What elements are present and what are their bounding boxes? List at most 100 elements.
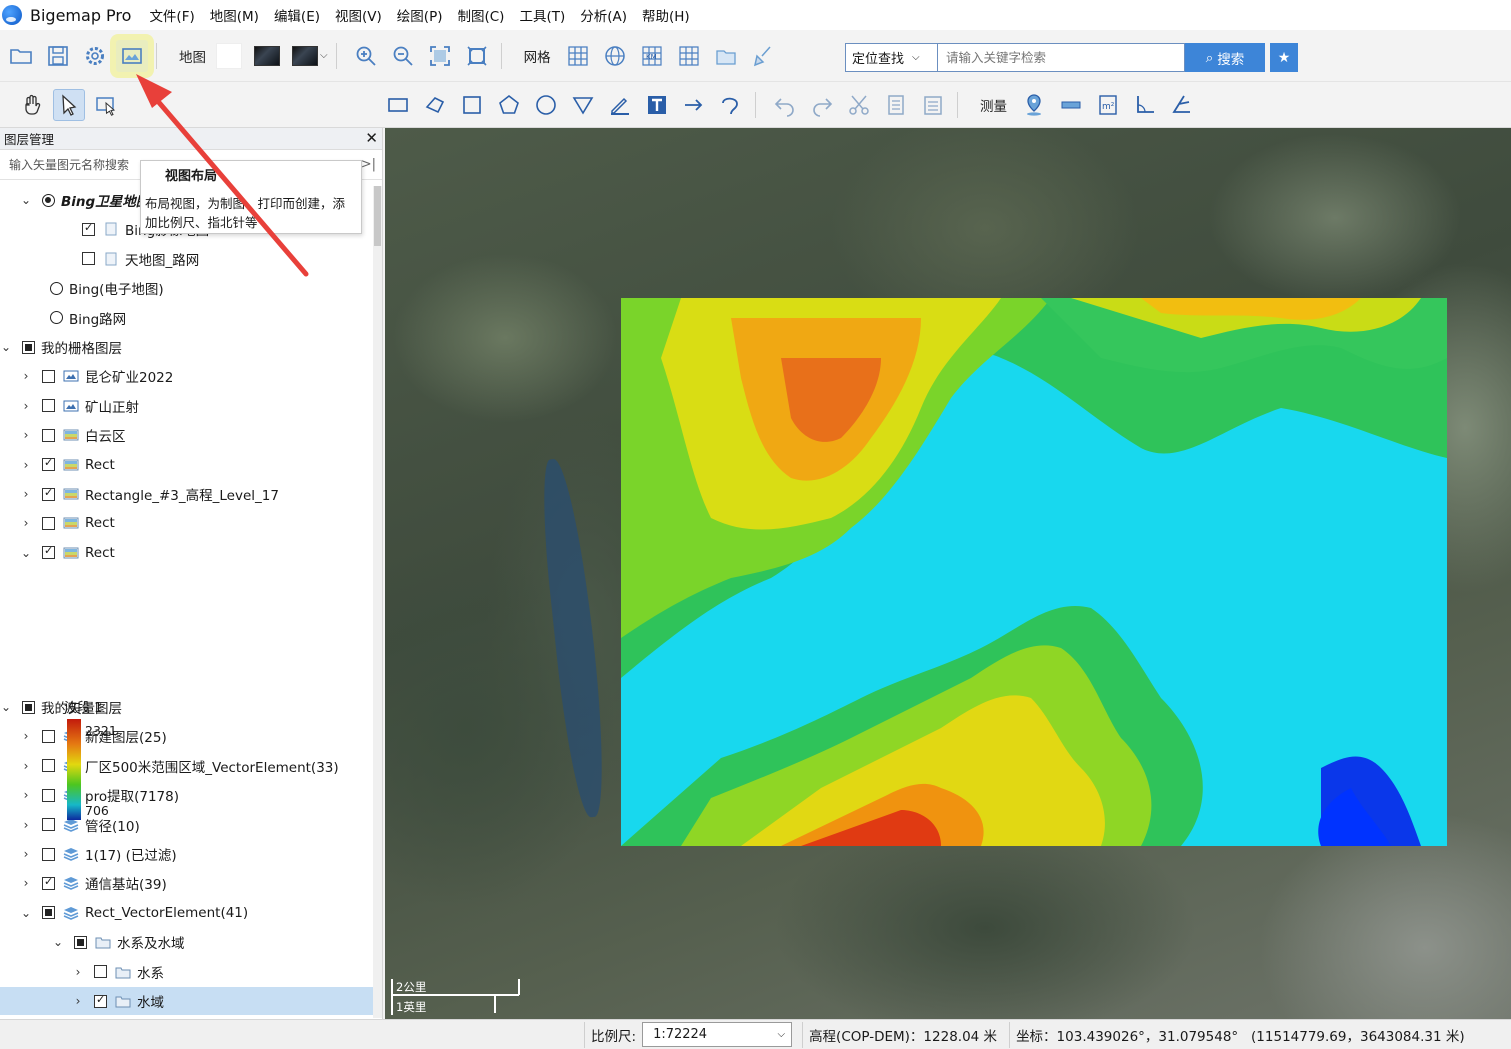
map-canvas[interactable]: 2公里 1英里 — [385, 128, 1511, 1019]
zoom-in-button[interactable] — [350, 40, 382, 72]
copy-button[interactable] — [880, 89, 912, 121]
layer-row[interactable]: › 新建图层(25) — [0, 722, 373, 750]
layer-checkbox[interactable] — [42, 759, 55, 773]
save-button[interactable] — [42, 40, 74, 72]
menu-draw[interactable]: 绘图(P) — [397, 5, 443, 25]
expand-right-icon[interactable]: › — [20, 818, 32, 832]
expand-down-icon[interactable]: ⌄ — [0, 340, 12, 354]
layer-checkbox[interactable] — [42, 729, 55, 743]
layer-row[interactable]: › 通信基站(39) — [0, 869, 373, 897]
layer-radio[interactable] — [42, 193, 55, 207]
layer-checkbox[interactable] — [42, 544, 55, 560]
layer-row[interactable]: 天地图_路网 — [0, 245, 373, 273]
layer-row[interactable]: ⌄ 我的矢量图层 — [0, 693, 373, 721]
expand-right-icon[interactable]: › — [72, 994, 84, 1008]
draw-sector-button[interactable] — [567, 89, 599, 121]
expand-right-icon[interactable]: › — [20, 788, 32, 802]
expand-right-icon[interactable]: › — [20, 399, 32, 413]
select-button[interactable] — [53, 88, 85, 121]
draw-polygon-button[interactable] — [419, 89, 451, 121]
draw-square-button[interactable] — [456, 89, 488, 121]
undo-button[interactable] — [769, 89, 801, 121]
layer-checkbox[interactable] — [94, 965, 107, 979]
favorite-button[interactable]: ★ — [1270, 43, 1298, 72]
menu-edit[interactable]: 编辑(E) — [274, 5, 320, 25]
expand-right-icon[interactable]: › — [20, 487, 32, 501]
menu-cartography[interactable]: 制图(C) — [457, 5, 504, 25]
expand-right-icon[interactable]: › — [20, 369, 32, 383]
zoom-out-button[interactable] — [387, 40, 419, 72]
draw-pentagon-button[interactable] — [493, 89, 525, 121]
layer-row[interactable]: › 白云区 — [0, 421, 373, 449]
km-grid-button[interactable]: KM — [636, 40, 668, 72]
expand-right-icon[interactable]: › — [20, 428, 32, 442]
layer-tree-scrollbar[interactable] — [373, 186, 382, 1018]
menu-help[interactable]: 帮助(H) — [642, 5, 690, 25]
paste-button[interactable] — [917, 89, 949, 121]
expand-right-icon[interactable]: › — [20, 847, 32, 861]
expand-right-icon[interactable]: › — [20, 729, 32, 743]
expand-down-icon[interactable]: ⌄ — [0, 700, 12, 714]
layer-row[interactable]: › Rect — [0, 509, 373, 537]
close-icon[interactable]: ✕ — [365, 129, 378, 147]
zoom-extent-button[interactable] — [424, 40, 456, 72]
layer-checkbox[interactable] — [42, 369, 55, 383]
expand-right-icon[interactable]: › — [20, 876, 32, 890]
layer-checkbox[interactable] — [42, 428, 55, 442]
layer-row[interactable]: › 水域 — [0, 987, 373, 1015]
menu-view[interactable]: 视图(V) — [335, 5, 382, 25]
identify-button[interactable] — [90, 89, 122, 121]
layer-row[interactable]: › 1(17) (已过滤) — [0, 840, 373, 868]
layer-checkbox[interactable] — [42, 399, 55, 413]
redo-button[interactable] — [806, 89, 838, 121]
expand-right-icon[interactable]: › — [72, 965, 84, 979]
pan-button[interactable] — [16, 89, 48, 121]
layer-row[interactable]: › Rect — [0, 451, 373, 479]
measure-azimuth-button[interactable] — [1166, 89, 1198, 121]
open-folder-button[interactable] — [5, 40, 37, 72]
draw-rectangle-button[interactable] — [382, 89, 414, 121]
layer-row[interactable]: Bing路网 — [0, 304, 373, 332]
layer-checkbox[interactable] — [42, 847, 55, 861]
layer-row[interactable]: › pro提取(7178) — [0, 781, 373, 809]
map-blank-swatch[interactable] — [216, 42, 242, 69]
draw-text-button[interactable] — [641, 89, 673, 121]
layer-checkbox[interactable] — [94, 993, 107, 1008]
menu-analysis[interactable]: 分析(A) — [580, 5, 627, 25]
draw-curve-button[interactable] — [715, 89, 747, 121]
expand-right-icon[interactable]: › — [20, 516, 32, 530]
sheet-grid-button[interactable] — [673, 40, 705, 72]
layer-row[interactable]: › 矿山正射 — [0, 392, 373, 420]
collapse-panel-icon[interactable]: >| — [361, 157, 376, 172]
satellite-dropdown-icon[interactable] — [292, 45, 318, 66]
search-mode-select[interactable]: 定位查找 ⌵ — [845, 43, 937, 72]
layer-row[interactable]: › 水系 — [0, 958, 373, 986]
expand-right-icon[interactable]: › — [20, 458, 32, 472]
layout-view-button[interactable] — [116, 39, 148, 72]
layer-checkbox[interactable] — [42, 875, 55, 890]
layer-checkbox[interactable] — [42, 818, 55, 832]
measure-angle-button[interactable] — [1129, 89, 1161, 121]
expand-down-icon[interactable]: ⌄ — [20, 906, 32, 920]
measure-distance-button[interactable] — [1055, 89, 1087, 121]
measure-area-button[interactable]: m² — [1092, 89, 1124, 121]
expand-right-icon[interactable]: › — [20, 759, 32, 773]
latlon-grid-button[interactable] — [599, 40, 631, 72]
chevron-down-icon[interactable]: ⌵ — [320, 50, 328, 61]
clear-button[interactable] — [747, 40, 779, 72]
measure-point-button[interactable] — [1018, 89, 1050, 121]
expand-down-icon[interactable]: ⌄ — [52, 935, 64, 949]
layer-checkbox[interactable] — [42, 788, 55, 802]
layer-checkbox[interactable] — [82, 252, 95, 266]
full-extent-button[interactable] — [461, 40, 493, 72]
layer-radio[interactable] — [50, 281, 63, 295]
import-button[interactable] — [710, 40, 742, 72]
scrollbar-thumb[interactable] — [374, 186, 381, 246]
menu-tools[interactable]: 工具(T) — [519, 5, 565, 25]
cut-button[interactable] — [843, 89, 875, 121]
draw-circle-button[interactable] — [530, 89, 562, 121]
layer-row[interactable]: › Rectangle_#3_高程_Level_17 — [0, 480, 373, 508]
draw-line-button[interactable] — [604, 89, 636, 121]
layer-row[interactable]: ⌄ 我的栅格图层 — [0, 333, 373, 361]
layer-row[interactable]: › 厂区500米范围区域_VectorElement(33) — [0, 752, 373, 780]
